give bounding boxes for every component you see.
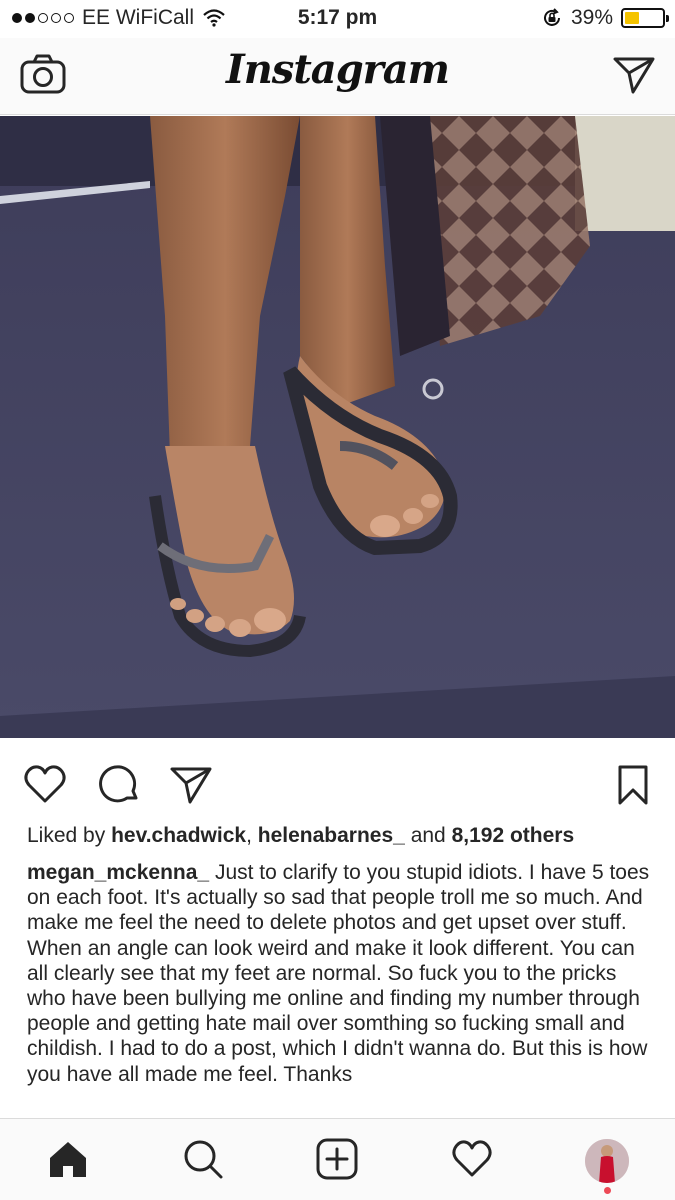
status-right: 39% bbox=[541, 6, 669, 30]
likes-line: Liked by hev.chadwick, helenabarnes_ and… bbox=[27, 824, 575, 847]
liker-username[interactable]: hev.chadwick bbox=[111, 824, 246, 847]
heart-icon[interactable] bbox=[22, 762, 68, 808]
activity-dot bbox=[604, 1187, 611, 1194]
add-post-icon[interactable] bbox=[315, 1137, 359, 1181]
status-bar: EE WiFiCall 5:17 pm 39% bbox=[0, 0, 675, 38]
caption-text: Just to clarify to you stupid idiots. I … bbox=[27, 861, 650, 1086]
activity-heart-icon[interactable] bbox=[450, 1137, 494, 1181]
post-actions bbox=[0, 742, 675, 822]
bookmark-icon[interactable] bbox=[610, 762, 656, 808]
instagram-logo: Instagram bbox=[226, 46, 450, 93]
share-icon[interactable] bbox=[168, 762, 214, 808]
liker-username[interactable]: helenabarnes_ bbox=[258, 824, 405, 847]
post-photo[interactable] bbox=[0, 116, 675, 738]
likes-count-link[interactable]: 8,192 others bbox=[452, 824, 575, 847]
post-caption: megan_mckenna_ Just to clarify to you st… bbox=[27, 860, 652, 1087]
tab-bar bbox=[0, 1118, 675, 1200]
search-icon[interactable] bbox=[181, 1137, 225, 1181]
battery-fill bbox=[625, 12, 640, 24]
likes-connector: and bbox=[410, 824, 446, 847]
battery-icon bbox=[621, 8, 669, 28]
caption-username[interactable]: megan_mckenna_ bbox=[27, 861, 209, 884]
app-header: Instagram bbox=[0, 38, 675, 115]
likes-prefix: Liked by bbox=[27, 824, 106, 847]
rotation-lock-icon bbox=[544, 8, 560, 26]
battery-percent: 39% bbox=[570, 6, 613, 29]
profile-avatar[interactable] bbox=[585, 1139, 629, 1183]
direct-message-icon[interactable] bbox=[611, 52, 657, 98]
comment-icon[interactable] bbox=[96, 762, 142, 808]
avatar-image bbox=[585, 1139, 629, 1183]
home-icon[interactable] bbox=[46, 1137, 90, 1181]
